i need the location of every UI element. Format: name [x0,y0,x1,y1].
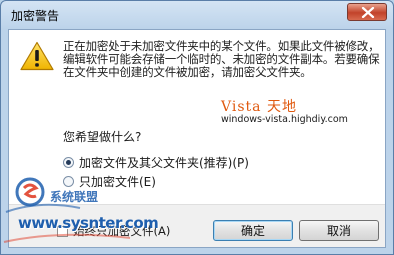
ok-button[interactable]: 确定 [213,220,293,241]
warning-message: 正在加密处于未加密文件夹中的某个文件。如果此文件被修改，编辑软件可能会存储一个临… [63,39,380,79]
window-title: 加密警告 [11,9,60,23]
option-encrypt-file-and-folder[interactable]: 加密文件及其父文件夹(推荐)(P) [63,154,249,170]
close-icon [361,7,375,18]
logo-text: www.sysnter.com [18,214,159,232]
watermark-url: windows-vista.highdiy.com [221,114,348,125]
logo-chinese-text: 系统联盟 [50,190,99,204]
title-bar[interactable]: 加密警告 [1,1,393,29]
radio-button-selected[interactable] [63,156,74,168]
cancel-button[interactable]: 取消 [299,220,379,241]
watermark-brand: Vista 天地 [221,99,297,115]
warning-icon [20,41,54,71]
question-label: 您希望做什么? [63,130,142,144]
option-label: 加密文件及其父文件夹(推荐)(P) [79,155,249,170]
close-button[interactable] [347,3,387,21]
